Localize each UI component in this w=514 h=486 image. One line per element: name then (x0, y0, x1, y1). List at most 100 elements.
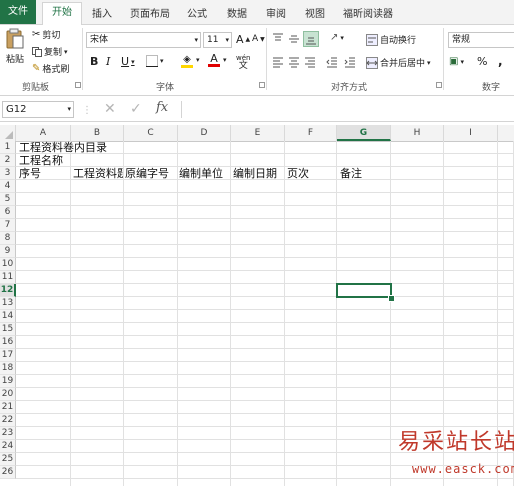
row-header-26[interactable]: 26 (0, 466, 16, 479)
row-header-10[interactable]: 10 (0, 258, 16, 271)
tab-formulas[interactable]: 公式 (187, 5, 207, 20)
chevron-down-icon[interactable]: ▾ (223, 56, 227, 64)
alignment-dialog-launcher-icon[interactable] (436, 82, 442, 88)
percent-style-button[interactable]: % (477, 55, 487, 68)
grow-font-button[interactable]: A ▲ (236, 33, 250, 46)
align-left-button[interactable] (272, 56, 284, 68)
cell-f3[interactable]: 页次 (287, 167, 336, 180)
number-format-dropdown[interactable]: 常规 (448, 32, 514, 48)
row-header-21[interactable]: 21 (0, 401, 16, 414)
column-header-e[interactable]: E (231, 125, 285, 141)
font-name-dropdown[interactable]: 宋体 ▾ (86, 32, 201, 48)
align-bottom-button[interactable] (303, 31, 319, 47)
column-header-d[interactable]: D (178, 125, 231, 141)
wrap-text-button[interactable]: 自动换行 (366, 33, 416, 46)
cell-a3[interactable]: 序号 (19, 167, 69, 180)
wrap-text-label: 自动换行 (380, 36, 417, 46)
increase-indent-button[interactable] (344, 56, 356, 68)
fill-handle[interactable] (388, 295, 395, 302)
tab-foxit-reader[interactable]: 福昕阅读器 (343, 5, 393, 20)
row-header-24[interactable]: 24 (0, 440, 16, 453)
row-header-23[interactable]: 23 (0, 427, 16, 440)
row-header-9[interactable]: 9 (0, 245, 16, 258)
cut-button[interactable]: ✂ 剪切 (32, 28, 60, 41)
bold-button[interactable]: B (90, 55, 98, 68)
row-header-22[interactable]: 22 (0, 414, 16, 427)
chevron-down-icon: ▾ (160, 57, 164, 65)
align-center-button[interactable] (288, 56, 300, 68)
row-header-11[interactable]: 11 (0, 271, 16, 284)
tab-file[interactable]: 文件 (0, 0, 36, 24)
font-size-dropdown[interactable]: 11 ▾ (203, 32, 232, 48)
tab-data[interactable]: 数据 (227, 5, 247, 20)
clipboard-dialog-launcher-icon[interactable] (75, 82, 81, 88)
column-header-b[interactable]: B (71, 125, 124, 141)
cancel-entry-icon[interactable]: ✕ (104, 101, 116, 117)
column-header-g[interactable]: G (337, 125, 391, 141)
row-header-25[interactable]: 25 (0, 453, 16, 466)
row-header-19[interactable]: 19 (0, 375, 16, 388)
paste-button[interactable]: 粘贴 (3, 28, 27, 65)
cell-a1[interactable]: 工程资料卷内目录 (19, 141, 107, 154)
row-header-4[interactable]: 4 (0, 180, 16, 193)
formula-input[interactable] (181, 101, 514, 118)
cell-c3[interactable]: 原编字号 (125, 167, 177, 180)
tab-insert[interactable]: 插入 (92, 5, 112, 20)
align-middle-button[interactable] (288, 33, 300, 45)
cell-e3[interactable]: 编制日期 (233, 167, 284, 180)
row-header-16[interactable]: 16 (0, 336, 16, 349)
font-color-button[interactable]: A (208, 53, 220, 67)
row-header-3[interactable]: 3 (0, 167, 16, 180)
tab-view[interactable]: 视图 (305, 5, 325, 20)
decrease-indent-button[interactable] (326, 56, 338, 68)
orientation-button[interactable]: ↗ ▾ (330, 32, 344, 43)
column-header-h[interactable]: H (391, 125, 444, 141)
borders-button[interactable]: ▾ (146, 55, 164, 67)
row-header-7[interactable]: 7 (0, 219, 16, 232)
row-header-2[interactable]: 2 (0, 154, 16, 167)
cell-g3[interactable]: 备注 (340, 167, 390, 180)
row-header-13[interactable]: 13 (0, 297, 16, 310)
column-header-a[interactable]: A (16, 125, 71, 141)
cell-a2[interactable]: 工程名称 (19, 154, 63, 167)
italic-button[interactable]: I (106, 55, 110, 68)
row-header-17[interactable]: 17 (0, 349, 16, 362)
name-box[interactable]: G12 ▾ (2, 101, 74, 118)
font-dialog-launcher-icon[interactable] (259, 82, 265, 88)
column-header-c[interactable]: C (124, 125, 178, 141)
fill-color-button[interactable]: ◈ (181, 54, 193, 68)
column-header-f[interactable]: F (285, 125, 337, 141)
align-middle-icon (289, 35, 299, 43)
underline-button[interactable]: U ▾ (121, 55, 135, 68)
row-header-20[interactable]: 20 (0, 388, 16, 401)
splitter-dots-icon[interactable]: ⋮ (82, 105, 92, 116)
confirm-entry-icon[interactable]: ✓ (130, 101, 142, 117)
row-header-18[interactable]: 18 (0, 362, 16, 375)
cell-b3[interactable]: 工程资料题名 (73, 167, 123, 180)
phonetic-guide-button[interactable]: wén 文 (236, 54, 250, 71)
shrink-font-button[interactable]: A ▼ (252, 34, 265, 44)
copy-button[interactable]: 复制 ▾ (32, 45, 68, 58)
row-header-15[interactable]: 15 (0, 323, 16, 336)
comma-style-button[interactable]: , (498, 54, 503, 68)
select-all-corner[interactable] (0, 125, 16, 141)
row-header-8[interactable]: 8 (0, 232, 16, 245)
align-right-button[interactable] (304, 56, 316, 68)
merge-center-button[interactable]: 合并后居中 ▾ (366, 56, 431, 69)
insert-function-icon[interactable]: fx (156, 100, 168, 115)
align-top-button[interactable] (272, 33, 284, 45)
row-header-5[interactable]: 5 (0, 193, 16, 206)
row-header-6[interactable]: 6 (0, 206, 16, 219)
row-header-12[interactable]: 12 (0, 284, 16, 297)
row-header-14[interactable]: 14 (0, 310, 16, 323)
cell-d3[interactable]: 编制单位 (179, 167, 230, 180)
column-header-i[interactable]: I (444, 125, 498, 141)
format-painter-button[interactable]: ✎ 格式刷 (32, 62, 69, 75)
tab-page-layout[interactable]: 页面布局 (130, 5, 170, 20)
tab-home[interactable]: 开始 (42, 2, 82, 25)
accounting-format-button[interactable]: ▣ ▾ (449, 56, 464, 67)
chevron-down-icon[interactable]: ▾ (196, 56, 200, 64)
active-cell-selection[interactable] (336, 283, 392, 298)
row-header-1[interactable]: 1 (0, 141, 16, 154)
tab-review[interactable]: 审阅 (266, 5, 286, 20)
